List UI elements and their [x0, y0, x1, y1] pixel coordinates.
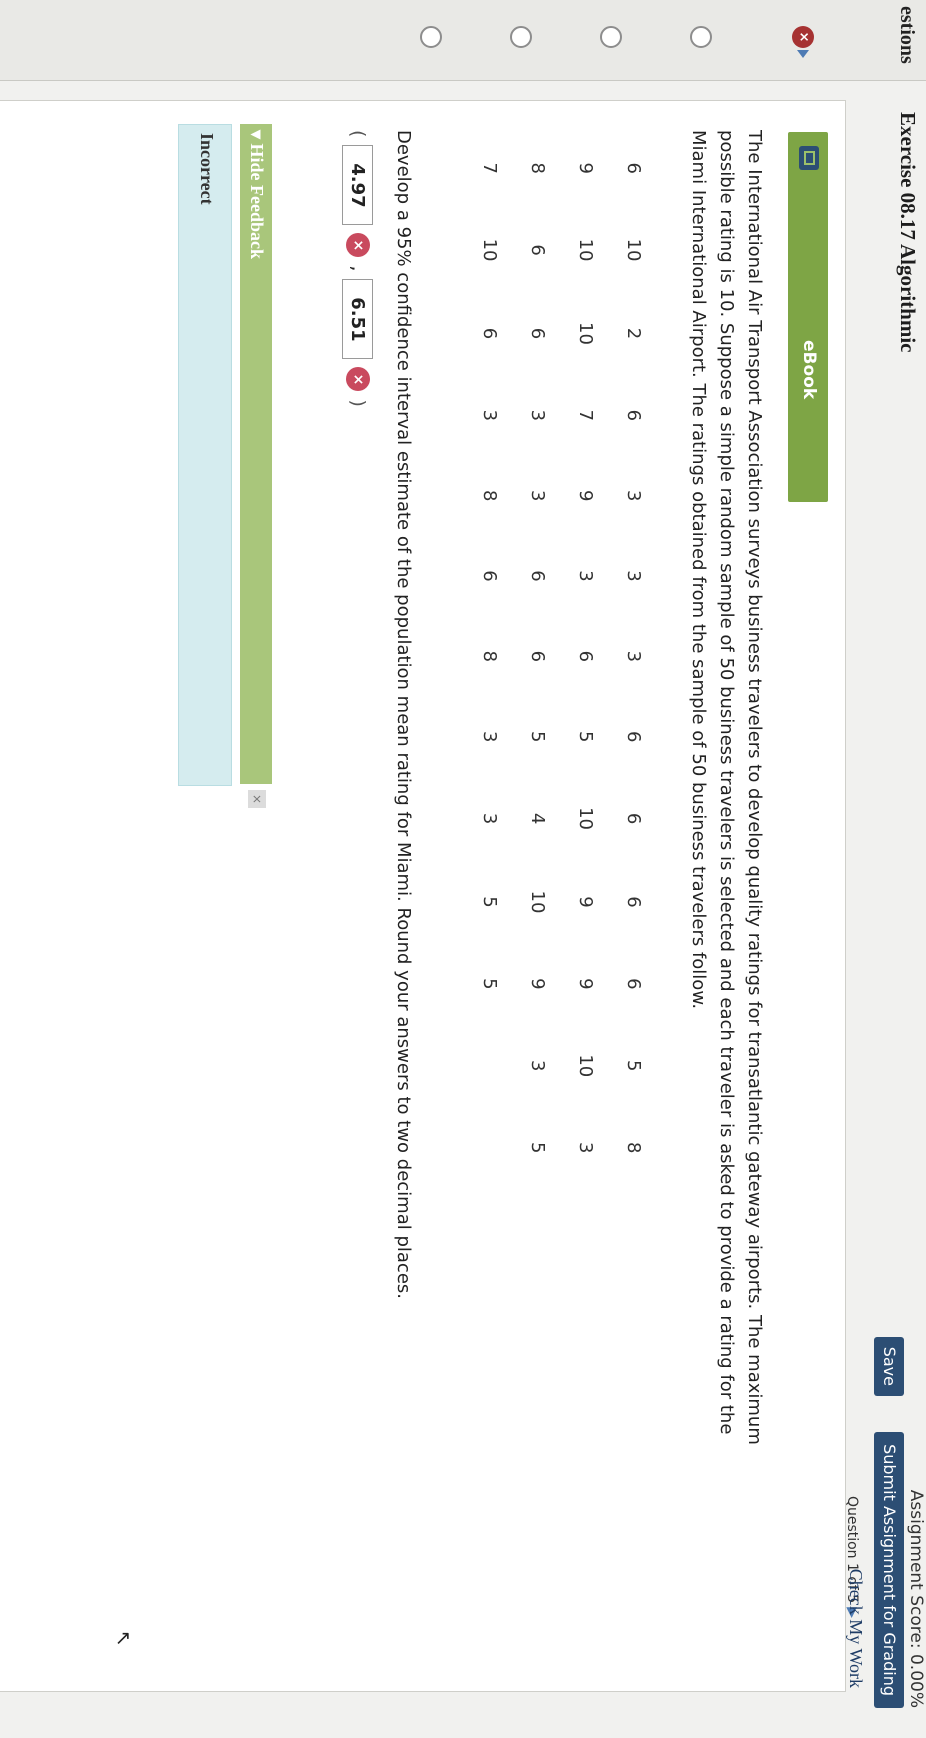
close-icon[interactable]: × [248, 790, 266, 808]
rating-cell: 3 [479, 812, 501, 825]
book-icon [799, 146, 819, 170]
rating-cell: 3 [527, 1060, 549, 1072]
lower-bound-input[interactable]: 4.97 [342, 145, 374, 226]
question-4-status[interactable] [510, 26, 532, 48]
rating-cell: 9 [575, 978, 597, 990]
rating-cell: 10 [575, 1054, 597, 1078]
rating-cell: 9 [527, 978, 549, 990]
close-paren: ) [347, 399, 369, 407]
upper-bound-input[interactable]: 6.51 [342, 279, 374, 360]
rating-cell: 3 [479, 730, 501, 743]
problem-statement: The International Air Transport Associat… [684, 130, 768, 1690]
rating-cell: 5 [527, 1142, 549, 1154]
question-3-status[interactable] [600, 26, 622, 48]
rating-cell: 6 [623, 162, 645, 174]
open-paren: ( [347, 130, 369, 138]
rating-cell: 10 [575, 807, 597, 831]
rating-cell: 6 [623, 896, 645, 908]
question-nav: estions × [0, 0, 926, 81]
rating-cell: 5 [623, 1060, 645, 1072]
rating-cell: 3 [575, 570, 597, 582]
problem-line: possible rating is 10. Suppose a simple … [716, 130, 737, 1435]
question-text: Develop a 95% confidence interval estima… [393, 130, 414, 1299]
rating-cell: 10 [527, 890, 549, 914]
rating-cell: 3 [479, 409, 501, 422]
ratings-table: 6 10 2 6 3 3 3 6 6 6 6 5 8 9 10 10 7 9 3 6 5 10 9 9 10 3 8663366… [466, 128, 658, 1188]
rating-cell: 9 [575, 162, 597, 174]
exercise-title: Exercise 08.17 Algorithmic [896, 112, 920, 353]
rating-cell: 8 [479, 650, 501, 663]
rating-cell: 9 [575, 489, 597, 502]
ebook-button[interactable]: eBook [788, 132, 828, 502]
questions-label: estions [896, 6, 918, 64]
rating-cell: 5 [527, 730, 549, 743]
save-button[interactable]: Save [874, 1336, 904, 1396]
rating-cell: 2 [623, 327, 645, 340]
submit-assignment-button[interactable]: Submit Assignment for Grading [874, 1432, 904, 1708]
rating-cell: 10 [623, 238, 645, 262]
rating-cell: 3 [527, 489, 549, 502]
rating-cell: 3 [623, 650, 645, 663]
rating-cell: 6 [527, 570, 549, 582]
incorrect-icon: × [346, 367, 370, 392]
problem-line: The International Air Transport Associat… [744, 130, 765, 1445]
rating-cell [466, 1107, 514, 1188]
answer-row: ( 4.97 × , 6.51 × ) [338, 130, 378, 407]
rating-cell: 8 [623, 1142, 645, 1154]
rating-cell: 3 [623, 489, 645, 502]
rating-cell: 6 [623, 730, 645, 743]
separator: , [347, 265, 369, 272]
rating-cell: 10 [479, 238, 501, 262]
rating-cell: 10 [575, 322, 597, 345]
rating-cell: 6 [479, 570, 501, 582]
table-row: 8 6 6 3 3 6 6 5 4 10 9 3 5 [514, 128, 562, 1188]
rating-cell: 6 [527, 327, 549, 340]
rating-cell: 10 [575, 238, 597, 262]
feedback-result-label: Incorrect [197, 133, 217, 205]
rating-cell: 4 [527, 812, 549, 825]
rating-cell: 8 [479, 489, 501, 502]
rating-cell: 3 [623, 570, 645, 582]
rating-cell: 6 [527, 650, 549, 663]
question-2-status[interactable] [690, 26, 712, 48]
table-row: 7 10 6 3 8 6 8 3 3 5 5 [466, 128, 514, 1188]
rating-cell: 7 [575, 409, 597, 422]
ebook-label: eBook [799, 340, 819, 400]
rating-cell: 3 [575, 1142, 597, 1154]
hide-feedback-toggle[interactable]: ▾ Hide Feedback [240, 124, 272, 784]
assignment-score: Assignment Score: 0.00% [906, 1489, 926, 1708]
table-row: 6 10 2 6 3 3 3 6 6 6 6 5 8 [610, 128, 658, 1188]
check-my-work-link[interactable]: Check My Work [845, 1569, 866, 1688]
rating-cell: 6 [479, 327, 501, 340]
rating-cell: 7 [479, 162, 501, 174]
rating-cell: 6 [623, 409, 645, 422]
rating-cell: 6 [575, 650, 597, 663]
problem-line: Miami International Airport. The ratings… [688, 130, 709, 1010]
rating-cell: 6 [623, 978, 645, 990]
rating-cell [466, 1024, 514, 1107]
feedback-result: Incorrect [178, 124, 232, 786]
mouse-cursor-icon: ↖ [112, 1630, 136, 1647]
hide-feedback-label: ▾ Hide Feedback [247, 130, 267, 260]
question-1-status[interactable]: × [792, 26, 814, 48]
incorrect-icon: × [346, 233, 370, 258]
rating-cell: 6 [623, 812, 645, 825]
rating-cell: 5 [575, 730, 597, 743]
rating-cell: 3 [527, 409, 549, 422]
rating-cell: 9 [575, 896, 597, 908]
question-5-status[interactable] [420, 26, 442, 48]
table-row: 9 10 10 7 9 3 6 5 10 9 9 10 3 [562, 128, 610, 1188]
screen: estions × Exercise 08.17 Algorithmic Ass… [0, 0, 926, 1738]
rating-cell: 8 [527, 162, 549, 174]
rating-cell: 5 [479, 896, 501, 908]
rating-cell: 5 [479, 978, 501, 990]
rating-cell: 6 [527, 244, 549, 256]
